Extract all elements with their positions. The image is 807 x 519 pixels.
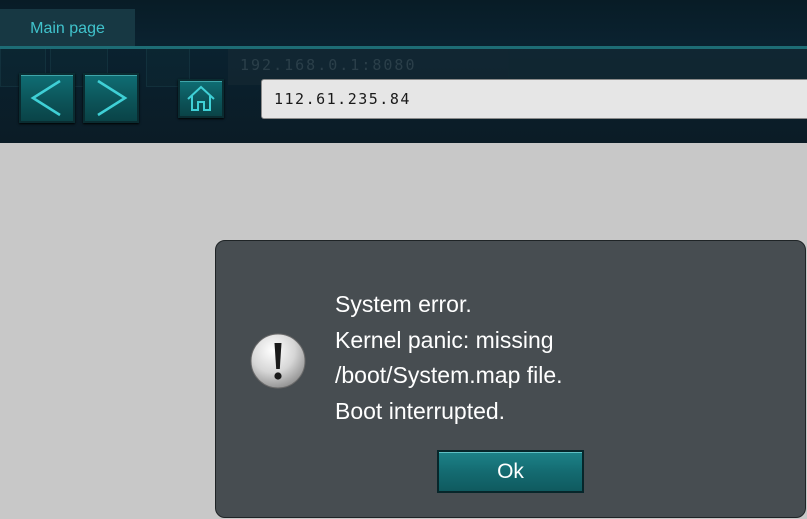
tab-main-page[interactable]: Main page bbox=[0, 9, 135, 49]
header-divider bbox=[0, 46, 807, 49]
error-dialog: System error. Kernel panic: missing /boo… bbox=[215, 240, 806, 518]
home-button[interactable] bbox=[178, 79, 224, 118]
back-button[interactable] bbox=[19, 73, 75, 123]
chevron-left-icon bbox=[30, 79, 61, 117]
exclamation-icon bbox=[250, 333, 306, 389]
error-message-line: System error. bbox=[335, 291, 472, 317]
ok-button[interactable]: Ok bbox=[437, 450, 584, 493]
error-message: System error. Kernel panic: missing /boo… bbox=[335, 287, 563, 429]
error-message-line: Boot interrupted. bbox=[335, 397, 506, 424]
error-message-line: Kernel panic: missing bbox=[335, 326, 554, 353]
home-icon bbox=[187, 85, 215, 111]
address-input[interactable] bbox=[261, 79, 807, 119]
chevron-right-icon bbox=[97, 79, 128, 117]
top-bar: 192.168.0.1:8080 Main page bbox=[0, 0, 807, 143]
forward-button[interactable] bbox=[83, 73, 139, 123]
error-message-line: /boot/System.map file. bbox=[335, 362, 563, 388]
